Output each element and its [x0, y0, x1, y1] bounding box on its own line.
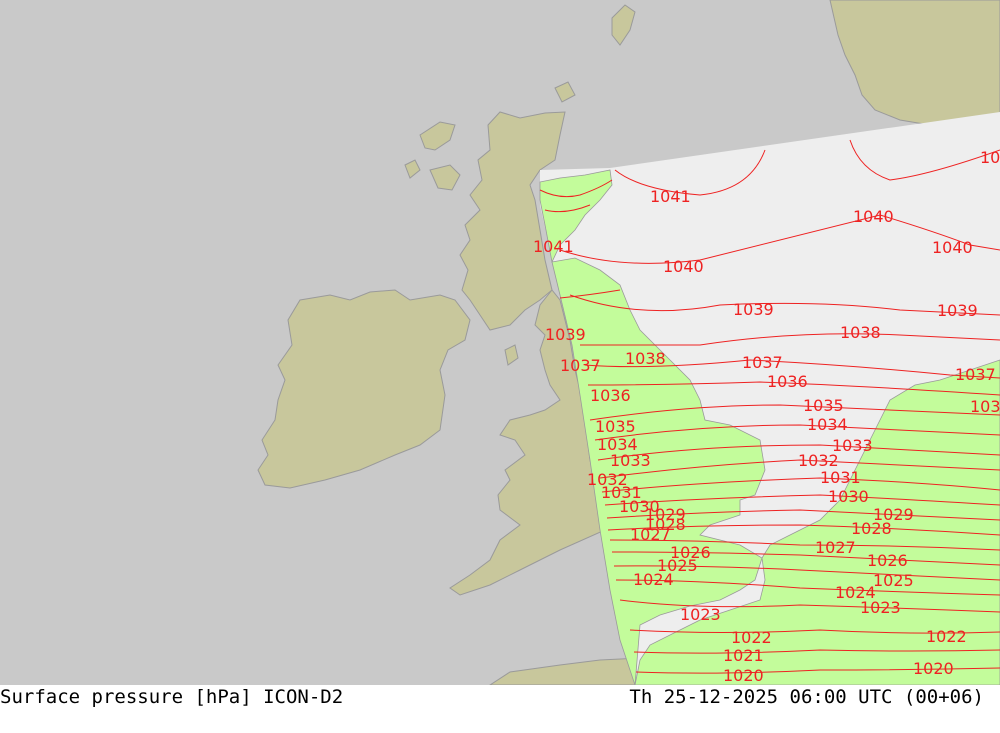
isobar-label: 1040: [932, 238, 973, 257]
isobar-label: 1038: [840, 323, 881, 342]
isobar-label: 1041: [650, 187, 691, 206]
footer-bar: Surface pressure [hPa] ICON-D2 Th 25-12-…: [0, 685, 1000, 733]
isobar-label: 1035: [803, 396, 844, 415]
valid-time: Th 25-12-2025 06:00 UTC (00+06): [629, 686, 984, 708]
isobar-label: 1020: [913, 659, 954, 678]
isobar-label: 1022: [731, 628, 772, 647]
isobar-label: 1040: [853, 207, 894, 226]
isobar-label: 1037: [955, 365, 996, 384]
isobar-label: 1035: [595, 417, 636, 436]
isobar-label: 1036: [590, 386, 631, 405]
isobar-label: 1037: [742, 353, 783, 372]
isobar-label: 1038: [625, 349, 666, 368]
isobar-label: 103: [970, 397, 1000, 416]
isobar-label: 10: [980, 148, 1000, 167]
isobar-label: 1023: [860, 598, 901, 617]
isobar-label: 1028: [851, 519, 892, 538]
pressure-map: 1041 1041 1040 1040 1040 10 1039 1039 10…: [0, 0, 1000, 685]
isobar-label: 1023: [680, 605, 721, 624]
isobar-label: 1039: [937, 301, 978, 320]
isobar-label: 1021: [723, 646, 764, 665]
isobar-label: 1034: [807, 415, 848, 434]
isobar-label: 1024: [633, 570, 674, 589]
isobar-label: 1031: [820, 468, 861, 487]
isobar-label: 1025: [873, 571, 914, 590]
isobar-label: 1020: [723, 666, 764, 685]
isobar-label: 1040: [663, 257, 704, 276]
isobar-label: 1039: [733, 300, 774, 319]
isobar-label: 1033: [610, 451, 651, 470]
isobar-label: 1022: [926, 627, 967, 646]
isobar-label: 1027: [815, 538, 856, 557]
isobar-label: 1030: [828, 487, 869, 506]
isobar-label: 1027: [630, 525, 671, 544]
isobar-label: 1036: [767, 372, 808, 391]
isobar-label: 1037: [560, 356, 601, 375]
isobar-label: 1041: [533, 237, 574, 256]
map-title: Surface pressure [hPa] ICON-D2: [0, 686, 344, 708]
isobar-label: 1026: [867, 551, 908, 570]
isobar-label: 1039: [545, 325, 586, 344]
